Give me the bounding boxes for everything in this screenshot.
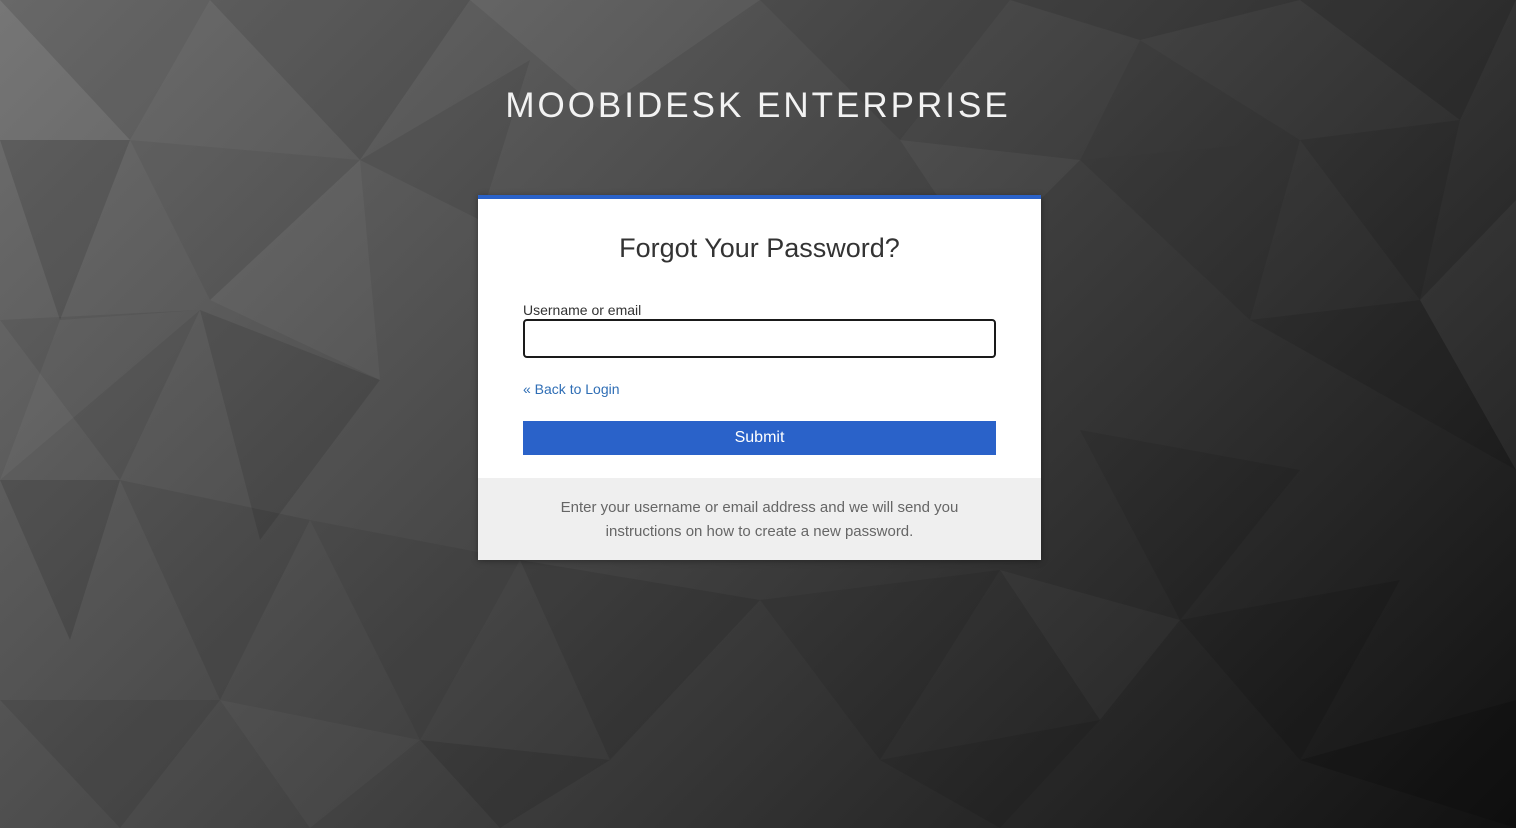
forgot-password-card: Forgot Your Password? Username or email … xyxy=(478,195,1041,560)
submit-button[interactable]: Submit xyxy=(523,421,996,455)
username-input[interactable] xyxy=(523,319,996,358)
username-label: Username or email xyxy=(523,302,642,318)
back-to-login-link[interactable]: « Back to Login xyxy=(523,381,620,397)
brand-title: MOOBIDESK ENTERPRISE xyxy=(505,86,1011,125)
info-footer: Enter your username or email address and… xyxy=(478,478,1041,560)
page-title: Forgot Your Password? xyxy=(619,233,900,263)
info-text: Enter your username or email address and… xyxy=(560,499,959,540)
